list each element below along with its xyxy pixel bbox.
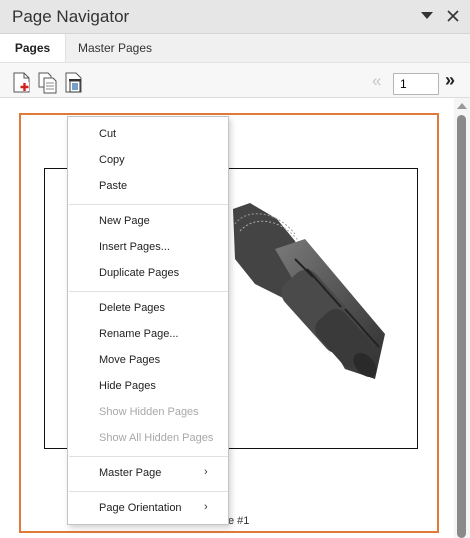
scroll-up-icon[interactable] [457, 103, 467, 109]
panel-title: Page Navigator [12, 7, 130, 26]
copy-page-icon[interactable] [38, 72, 58, 94]
menu-item-master-page[interactable]: Master Page › [68, 462, 228, 484]
page-number-input[interactable] [393, 73, 439, 95]
menu-separator [69, 291, 228, 292]
delete-page-icon[interactable] [64, 72, 84, 94]
menu-item-insert-pages[interactable]: Insert Pages... [68, 236, 228, 258]
menu-item-page-orientation[interactable]: Page Orientation › [68, 497, 228, 519]
menu-separator [69, 491, 228, 492]
chevron-right-icon: › [204, 501, 208, 513]
tab-bar: Pages Master Pages [0, 34, 470, 62]
menu-item-hide-pages[interactable]: Hide Pages [68, 375, 228, 397]
page-label: e #1 [228, 515, 250, 527]
vertical-scrollbar[interactable] [454, 98, 470, 538]
menu-item-copy[interactable]: Copy [68, 149, 228, 171]
scrollbar-thumb[interactable] [457, 115, 466, 538]
new-page-icon[interactable] [12, 72, 32, 94]
menu-item-rename-page[interactable]: Rename Page... [68, 323, 228, 345]
toolbar: « » [0, 62, 470, 98]
menu-item-paste[interactable]: Paste [68, 175, 228, 197]
menu-item-duplicate-pages[interactable]: Duplicate Pages [68, 262, 228, 284]
context-menu: Cut Copy Paste New Page Insert Pages... … [67, 116, 229, 525]
menu-item-delete-pages[interactable]: Delete Pages [68, 297, 228, 319]
next-page-icon[interactable]: » [445, 70, 455, 91]
menu-separator [69, 456, 228, 457]
chevron-right-icon: › [204, 466, 208, 478]
menu-item-new-page[interactable]: New Page [68, 210, 228, 232]
menu-item-cut[interactable]: Cut [68, 123, 228, 145]
menu-separator [69, 204, 228, 205]
menu-item-show-hidden-pages: Show Hidden Pages [99, 406, 199, 418]
tab-pages[interactable]: Pages [0, 34, 66, 62]
menu-item-label: Master Page [99, 467, 162, 479]
menu-item-move-pages[interactable]: Move Pages [68, 349, 228, 371]
menu-item-label: Page Orientation [99, 502, 182, 514]
close-icon[interactable] [444, 6, 462, 26]
tab-master-pages[interactable]: Master Pages [70, 34, 160, 62]
menu-item-show-all-hidden-pages: Show All Hidden Pages [99, 432, 214, 444]
panel-menu-icon[interactable] [418, 6, 436, 26]
panel-titlebar: Page Navigator [0, 0, 470, 34]
previous-page-icon[interactable]: « [372, 71, 381, 91]
